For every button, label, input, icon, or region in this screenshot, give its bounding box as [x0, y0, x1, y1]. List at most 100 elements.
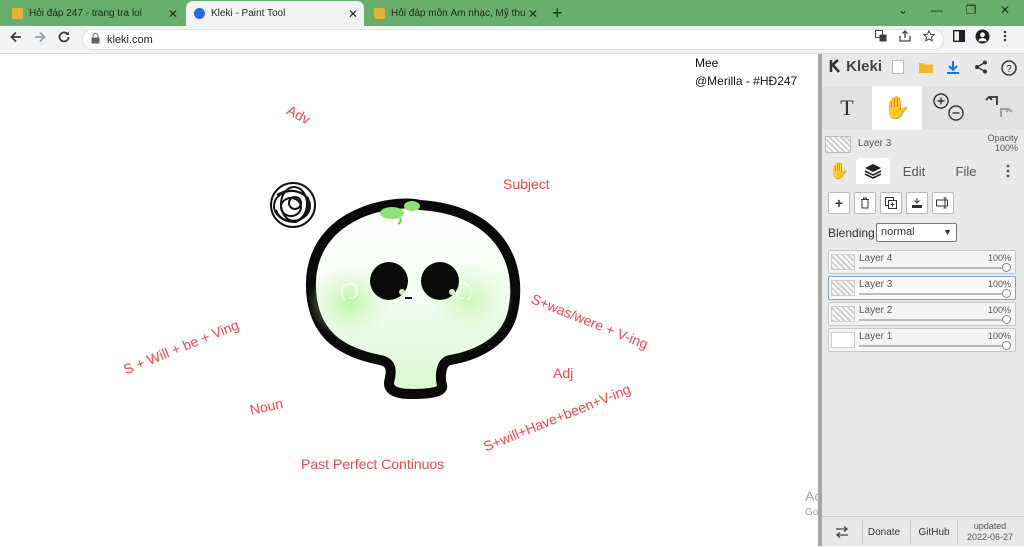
canvas-label-past-perfect-continuous: Past Perfect Continuos — [301, 456, 445, 472]
tab-title: Kleki - Paint Tool — [211, 8, 286, 19]
duplicate-icon — [885, 197, 897, 209]
opacity-readout: Opacity 100% — [987, 133, 1018, 153]
swap-panel-side-icon[interactable] — [822, 517, 862, 547]
kleki-logo-text: Kleki — [846, 58, 883, 75]
sidebar-icon[interactable] — [952, 29, 966, 45]
layer-opacity-handle[interactable] — [1002, 289, 1011, 298]
layer-opacity-track[interactable] — [859, 319, 1005, 321]
star-icon[interactable] — [922, 29, 936, 45]
kleki-logo-icon — [829, 59, 840, 73]
hand-tab-icon: ✋ — [829, 163, 849, 180]
delete-layer-button[interactable] — [854, 192, 876, 214]
hoidap-favicon-icon — [12, 8, 23, 19]
close-tab-icon[interactable]: ✕ — [526, 7, 540, 21]
profile-icon[interactable] — [975, 29, 990, 47]
layer-opacity-track[interactable] — [859, 345, 1005, 347]
layer-row-3[interactable]: Layer 3 100% — [828, 276, 1016, 300]
hand-tool-button[interactable]: ✋ — [872, 86, 922, 130]
opacity-label: Opacity — [987, 133, 1018, 143]
signature-line-2: @Merilla - #HĐ247 — [695, 74, 798, 88]
tab-search-chevron-icon[interactable]: ⌄ — [888, 3, 918, 17]
download-icon[interactable] — [942, 60, 964, 78]
tab-file[interactable]: File — [946, 158, 986, 184]
layer-name: Layer 1 — [859, 331, 893, 342]
github-link[interactable]: GitHub — [911, 517, 957, 547]
restore-button[interactable]: ❐ — [956, 3, 986, 17]
zoom-buttons[interactable] — [924, 86, 974, 130]
kleki-side-panel: Kleki ? T ✋ Layer 3 Opacity 100% ✋ Edit … — [822, 54, 1024, 546]
menu-icon[interactable] — [1003, 30, 1007, 45]
layer-name: Layer 3 — [859, 279, 893, 290]
plus-icon: + — [834, 195, 844, 211]
trash-icon — [861, 197, 869, 209]
layer-opacity: 100% — [987, 279, 1011, 289]
back-arrow-icon[interactable] — [9, 30, 23, 47]
layer-thumbnail — [831, 254, 855, 270]
duplicate-layer-button[interactable] — [880, 192, 902, 214]
kleki-logo: Kleki — [828, 58, 882, 75]
layer-name: Layer 2 — [859, 305, 893, 316]
kleki-favicon-icon — [194, 8, 205, 19]
layer-row-2[interactable]: Layer 2 100% — [828, 302, 1016, 326]
layer-thumbnail — [831, 306, 855, 322]
panel-footer: Donate GitHub updated 2022-06-27 — [822, 516, 1024, 547]
tab-title: Hỏi đáp 247 - trang tra loi — [29, 8, 142, 19]
layer-opacity-handle[interactable] — [1002, 263, 1011, 272]
reload-icon[interactable] — [57, 30, 71, 47]
help-icon[interactable]: ? — [998, 60, 1020, 80]
hand-tool-icon: ✋ — [883, 95, 911, 120]
translate-icon[interactable] — [875, 30, 887, 45]
forward-arrow-icon[interactable] — [33, 30, 47, 47]
drawing-canvas[interactable]: Adv Subject S+was/were + V-ing S + Will … — [0, 54, 818, 546]
close-tab-icon[interactable]: ✕ — [346, 7, 360, 21]
blending-value: normal — [881, 226, 915, 238]
address-bar[interactable]: kleki.com — [82, 29, 944, 50]
open-folder-icon[interactable] — [915, 60, 937, 77]
chevron-down-icon: ▼ — [943, 227, 952, 237]
tab-hand[interactable]: ✋ — [826, 158, 852, 184]
updated-date: 2022-06-27 — [966, 532, 1014, 542]
rename-layer-button[interactable] — [932, 192, 954, 214]
panel-tabs: ✋ Edit File — [822, 158, 1024, 184]
text-tool-icon: T — [840, 95, 854, 120]
layer-opacity-handle[interactable] — [1002, 341, 1011, 350]
url-text: kleki.com — [107, 34, 153, 46]
blending-select[interactable]: normal ▼ — [876, 223, 957, 242]
tab-layers[interactable] — [856, 158, 890, 184]
share-icon[interactable] — [970, 60, 992, 78]
layer-row-1[interactable]: Layer 1 100% — [828, 328, 1016, 352]
layer-thumbnail — [831, 280, 855, 296]
activate-windows-subtitle: Go to Settings to activate Windows. — [805, 507, 818, 518]
donate-link[interactable]: Donate — [863, 517, 905, 547]
share-icon[interactable] — [899, 30, 911, 45]
close-tab-icon[interactable]: ✕ — [166, 7, 180, 21]
layer-opacity-track[interactable] — [859, 267, 1005, 269]
signature-line-1: Mee — [695, 56, 719, 70]
tab-hoidap-247[interactable]: Hỏi đáp 247 - trang tra loi ✕ — [4, 1, 184, 26]
character-head — [305, 198, 521, 400]
merge-down-icon — [912, 198, 922, 208]
undo-redo-icon — [985, 95, 1013, 117]
layer-opacity-track[interactable] — [859, 293, 1005, 295]
lock-icon[interactable] — [91, 33, 100, 47]
add-layer-button[interactable]: + — [828, 192, 850, 214]
browser-tab-bar: Hỏi đáp 247 - trang tra loi ✕ Kleki - Pa… — [0, 0, 1024, 26]
tab-kleki[interactable]: Kleki - Paint Tool ✕ — [186, 1, 364, 26]
tab-hoidap-am-nhac[interactable]: Hỏi đáp môn Âm nhạc, Mỹ thuật ✕ — [366, 1, 544, 26]
merge-layer-button[interactable] — [906, 192, 928, 214]
minimize-button[interactable]: — — [922, 3, 952, 17]
text-tool-button[interactable]: T — [822, 86, 872, 130]
current-layer-thumbnail — [825, 136, 851, 153]
new-tab-button[interactable]: + — [552, 3, 563, 24]
layer-row-4[interactable]: Layer 4 100% — [828, 250, 1016, 274]
opacity-value: 100% — [994, 143, 1018, 153]
updated-info[interactable]: updated 2022-06-27 — [958, 517, 1022, 547]
layer-opacity-handle[interactable] — [1002, 315, 1011, 324]
scribble-doodle — [270, 182, 316, 228]
zoom-in-out-icon — [933, 93, 964, 121]
tab-edit[interactable]: Edit — [894, 158, 934, 184]
panel-more-icon[interactable] — [998, 158, 1018, 184]
new-image-icon[interactable] — [887, 60, 909, 78]
undo-redo-buttons[interactable] — [974, 86, 1024, 130]
window-close-button[interactable]: ✕ — [990, 3, 1020, 17]
